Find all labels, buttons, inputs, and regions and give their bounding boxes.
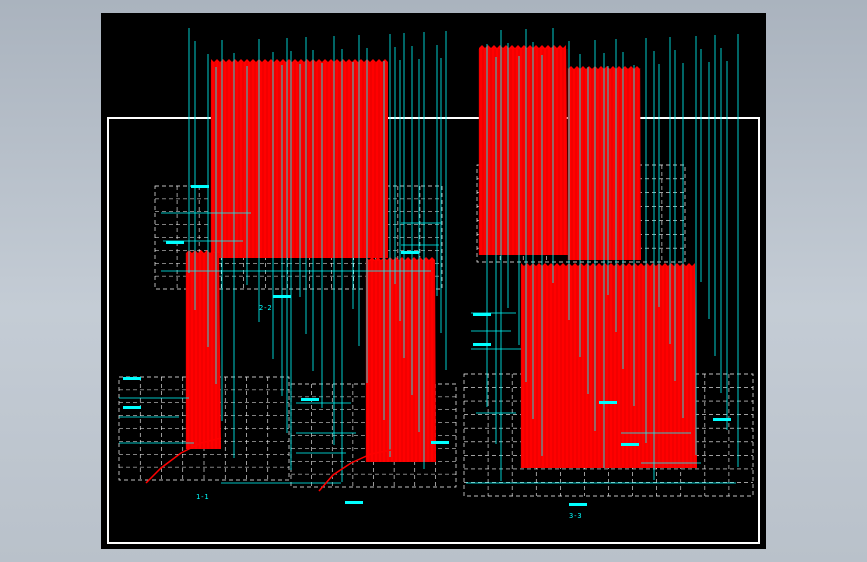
annotation-mark <box>599 401 617 404</box>
red-section-fill <box>568 66 641 260</box>
annotation-mark <box>473 313 491 316</box>
red-section-group <box>185 45 697 468</box>
annotation-mark <box>621 443 639 446</box>
annotation-mark <box>345 501 363 504</box>
annotation-mark <box>123 406 141 409</box>
annotation-mark <box>273 295 291 298</box>
annotation-mark <box>713 418 731 421</box>
red-section-fill <box>479 45 568 255</box>
annotation-mark <box>301 398 319 401</box>
annotation-mark <box>401 251 419 254</box>
red-section-fill <box>211 59 388 258</box>
section-title-3-3: 3-3 <box>569 512 582 520</box>
cad-viewport[interactable]: 2-2 1-1 3-3 <box>101 13 766 549</box>
annotation-mark <box>473 343 491 346</box>
cad-drawing: 2-2 1-1 3-3 <box>107 28 760 544</box>
annotation-mark <box>166 241 184 244</box>
annotation-mark <box>191 185 209 188</box>
section-title-1-1: 1-1 <box>196 493 209 501</box>
red-section-fill <box>366 257 436 462</box>
annotation-mark <box>123 377 141 380</box>
section-title-2-2: 2-2 <box>259 304 272 312</box>
annotation-mark <box>431 441 449 444</box>
annotation-mark <box>569 503 587 506</box>
